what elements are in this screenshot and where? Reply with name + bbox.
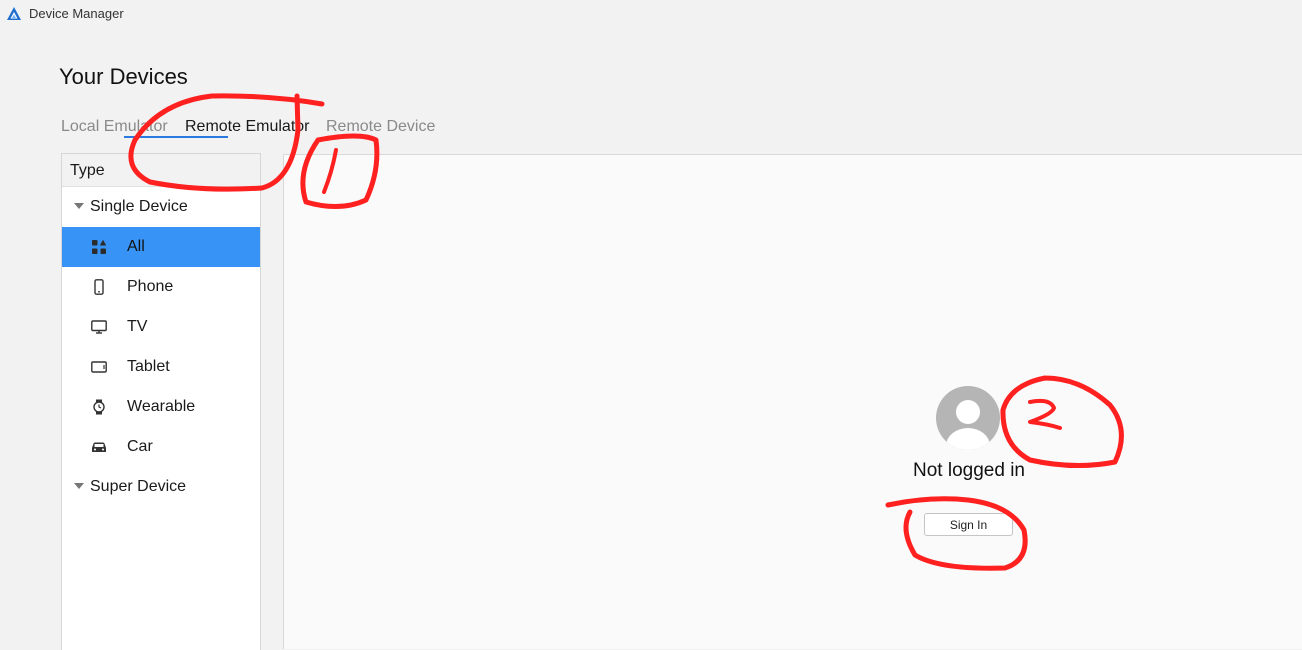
tv-icon [91, 320, 107, 334]
tab-remote-emulator[interactable]: Remote Emulator [185, 118, 310, 136]
sidebar-item-label: Car [127, 438, 153, 455]
sidebar-header-label: Type [70, 162, 105, 179]
app-title: Device Manager [29, 6, 124, 21]
page-title: Your Devices [59, 64, 188, 89]
sidebar-item-car[interactable]: Car [62, 427, 260, 467]
sidebar-item-label: Phone [127, 278, 174, 295]
tab-remote-device[interactable]: Remote Device [326, 118, 435, 136]
group-label: Single Device [90, 198, 188, 215]
sidebar-item-wearable[interactable]: Wearable [62, 387, 260, 427]
device-type-sidebar: Type Single Device All Phone TV Tablet W… [61, 153, 261, 650]
group-super-device[interactable]: Super Device [62, 467, 260, 507]
sign-in-button[interactable]: Sign In [924, 513, 1013, 536]
phone-icon [94, 279, 104, 295]
group-single-device[interactable]: Single Device [62, 187, 260, 227]
watch-icon [93, 399, 105, 415]
sidebar-item-tablet[interactable]: Tablet [62, 347, 260, 387]
caret-down-icon [74, 203, 84, 209]
sidebar-item-all[interactable]: All [62, 227, 260, 267]
tablet-icon [91, 361, 107, 373]
group-label: Super Device [90, 478, 187, 495]
user-avatar-icon [936, 386, 1000, 450]
grid-icon [92, 239, 107, 254]
active-tab-indicator [124, 136, 228, 138]
car-icon [92, 442, 106, 452]
device-list-panel [283, 155, 1302, 649]
sidebar-item-label: All [127, 238, 145, 255]
deveco-logo-icon [7, 7, 21, 20]
sidebar-item-label: Tablet [127, 358, 170, 375]
login-status: Not logged in [913, 460, 1025, 481]
title-bar: Device Manager [0, 0, 1302, 28]
sidebar-item-tv[interactable]: TV [62, 307, 260, 347]
sidebar-item-label: TV [127, 318, 148, 335]
sidebar-item-phone[interactable]: Phone [62, 267, 260, 307]
sidebar-item-label: Wearable [127, 398, 196, 415]
tab-local-emulator[interactable]: Local Emulator [61, 118, 168, 136]
caret-down-icon [74, 483, 84, 489]
sidebar-header: Type [62, 154, 260, 187]
